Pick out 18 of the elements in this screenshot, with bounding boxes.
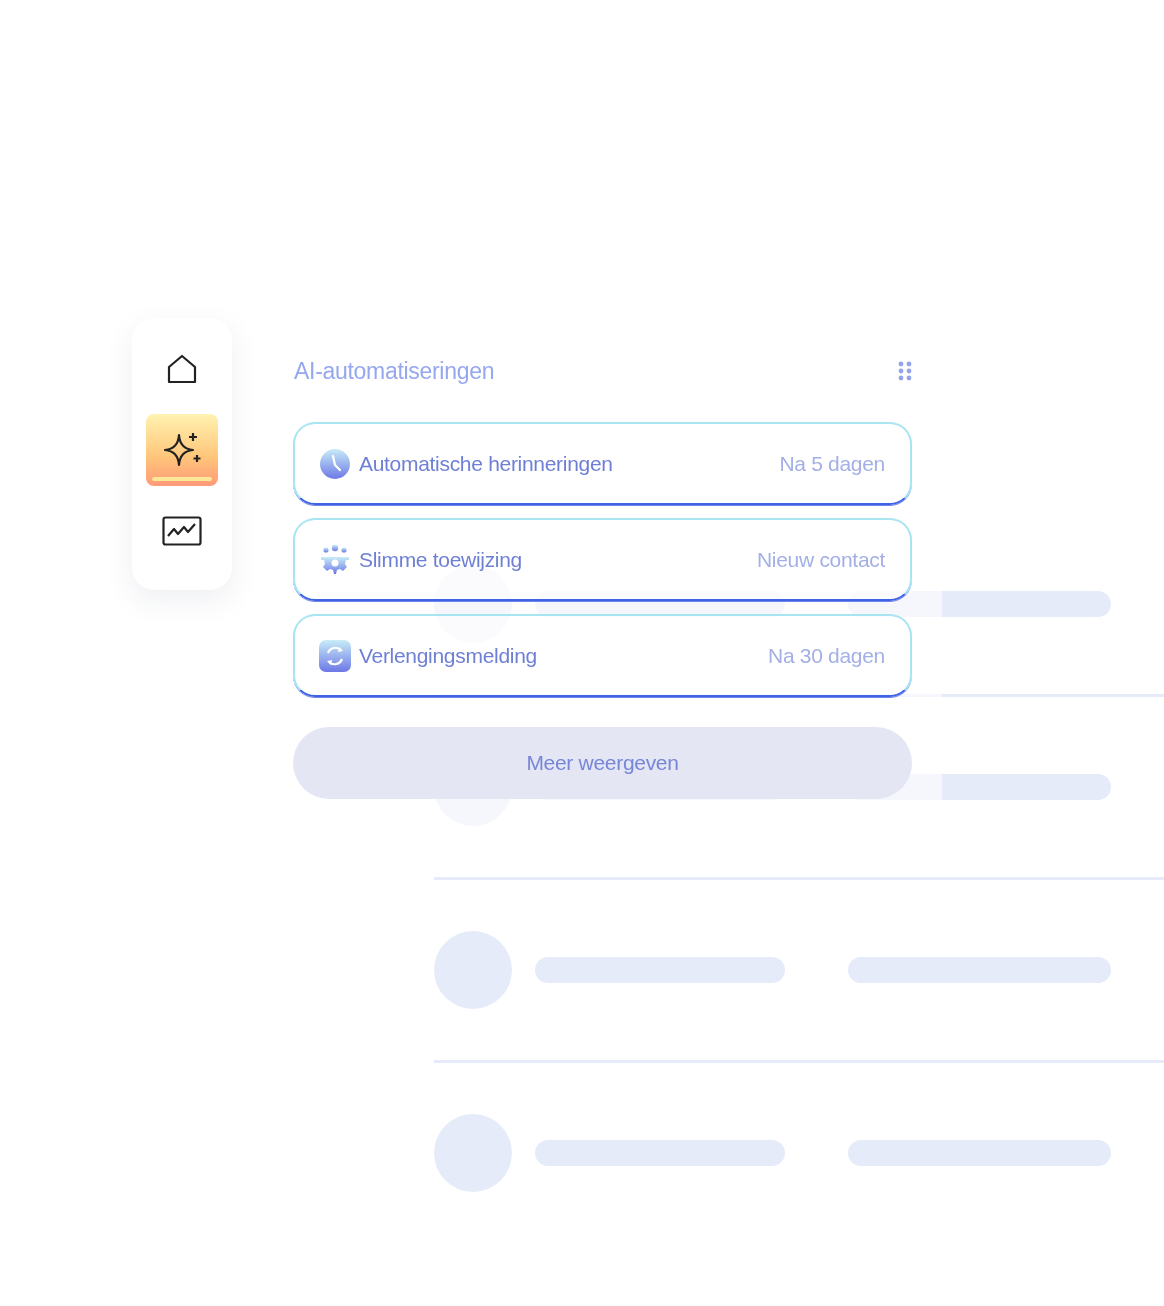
drag-handle-icon[interactable]	[898, 361, 912, 381]
automation-label: Automatische herinneringen	[359, 451, 613, 476]
automation-trigger: Nieuw contact	[757, 547, 885, 572]
automation-trigger: Na 30 dagen	[768, 643, 885, 668]
automation-label: Slimme toewijzing	[359, 547, 522, 572]
clock-icon	[319, 447, 351, 480]
automation-label: Verlengingsmelding	[359, 643, 537, 668]
automation-item[interactable]: Slimme toewijzing Nieuw contact	[293, 518, 912, 601]
panel-title: AI-automatiseringen	[294, 357, 495, 385]
team-gear-icon	[319, 543, 351, 576]
chart-icon	[162, 516, 202, 546]
home-icon	[166, 353, 198, 385]
show-more-button[interactable]: Meer weergeven	[293, 727, 912, 799]
automation-item[interactable]: Automatische herinneringen Na 5 dagen	[293, 422, 912, 505]
refresh-icon	[319, 639, 351, 672]
sidebar-item[interactable]	[146, 414, 218, 486]
automation-trigger: Na 5 dagen	[779, 451, 885, 476]
automation-item[interactable]: Verlengingsmelding Na 30 dagen	[293, 614, 912, 697]
